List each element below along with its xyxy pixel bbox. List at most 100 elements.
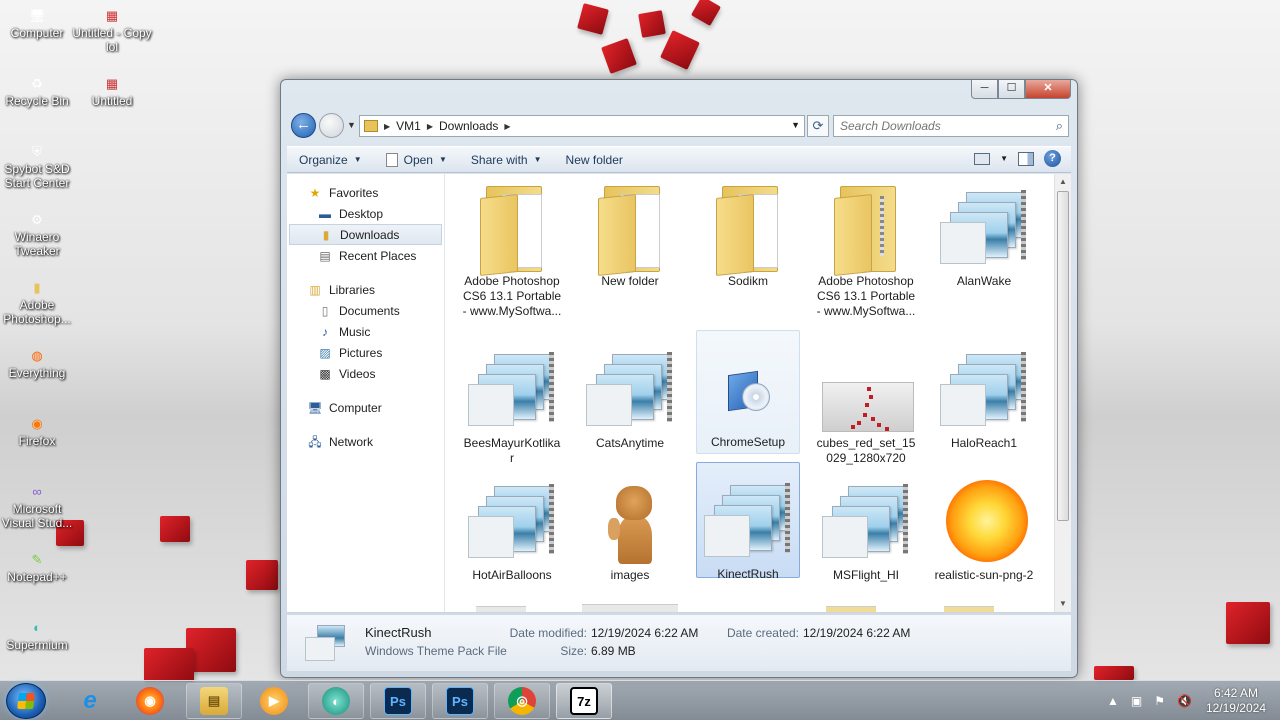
nav-label: Pictures xyxy=(339,345,383,360)
file-item[interactable]: Adobe Photoshop CS6 13.1 Portable - www.… xyxy=(814,178,918,318)
nav-pictures[interactable]: ▨ Pictures xyxy=(287,342,444,363)
desktop-icon-notepad-plus[interactable]: ✎ Notepad++ xyxy=(0,552,77,584)
taskbar-media-player[interactable]: ▶ xyxy=(246,683,302,719)
nav-music[interactable]: ♪ Music xyxy=(287,321,444,342)
theme-pack-thumbnail xyxy=(818,476,914,566)
vertical-scrollbar[interactable]: ▲ ▼ xyxy=(1054,174,1071,612)
nav-network[interactable]: 🖧 Network xyxy=(287,431,444,452)
search-icon[interactable]: ⌕ xyxy=(1056,118,1063,134)
file-item[interactable]: New folder xyxy=(578,178,682,292)
nav-recent-places[interactable]: ▤ Recent Places xyxy=(287,245,444,266)
nav-downloads[interactable]: ▮ Downloads xyxy=(289,224,442,245)
taskbar-photoshop[interactable]: Ps xyxy=(432,683,488,719)
file-item[interactable]: realistic-sun-png-2 xyxy=(932,472,1036,586)
image-thumbnail xyxy=(936,476,1032,566)
nav-desktop[interactable]: ▬ Desktop xyxy=(287,203,444,224)
new-folder-button[interactable]: New folder xyxy=(554,153,635,167)
clock[interactable]: 6:42 AM 12/19/2024 xyxy=(1206,686,1266,716)
help-icon[interactable]: ? xyxy=(1044,150,1061,167)
chevron-down-icon: ▼ xyxy=(353,155,362,164)
size-value: 6.89 MB xyxy=(591,644,636,658)
file-item[interactable]: cubes_red_set_15029_1280x720 xyxy=(814,340,918,465)
file-item-partial[interactable] xyxy=(826,606,876,612)
file-label: Sodikm xyxy=(727,274,768,288)
desktop-icon-label: Untitled xyxy=(91,94,133,108)
scroll-down-icon[interactable]: ▼ xyxy=(1055,596,1071,612)
chevron-right-icon[interactable]: ▶ xyxy=(384,122,390,131)
taskbar-internet-explorer[interactable]: e xyxy=(62,683,118,719)
nav-label: Network xyxy=(329,434,374,449)
forward-button[interactable] xyxy=(319,113,344,138)
file-item[interactable]: images xyxy=(578,472,682,586)
nav-libraries[interactable]: ▥ Libraries xyxy=(287,279,444,300)
folder-thumbnail xyxy=(700,182,796,276)
taskbar-firefox[interactable]: ◉ xyxy=(122,683,178,719)
file-item[interactable]: MSFlight_HI xyxy=(814,472,918,586)
network-icon[interactable]: ▣ xyxy=(1131,694,1142,708)
nav-computer[interactable]: 🖥 Computer xyxy=(287,397,444,418)
desktop-icon-winaero[interactable]: ⚙ Winaero Tweaker xyxy=(0,212,77,258)
search-input[interactable] xyxy=(834,116,1034,136)
desktop-icon-adobe-photoshop[interactable]: ▮ Adobe Photoshop... xyxy=(0,280,77,326)
file-item[interactable]: Sodikm xyxy=(696,178,800,292)
desktop-icon-spybot[interactable]: ⛨ Spybot S&D Start Center xyxy=(0,144,77,190)
file-item-partial[interactable] xyxy=(476,606,526,612)
recent-pages-dropdown[interactable]: ▼ xyxy=(347,120,356,130)
nav-videos[interactable]: ▩ Videos xyxy=(287,363,444,384)
taskbar-photoshop-portable[interactable]: Ps xyxy=(370,683,426,719)
preview-pane-icon[interactable] xyxy=(1018,151,1034,166)
desktop-icon-visual-studio[interactable]: ∞ Microsoft Visual Stud... xyxy=(0,484,77,530)
breadcrumb-downloads[interactable]: Downloads xyxy=(439,119,498,133)
share-with-button[interactable]: Share with ▼ xyxy=(459,153,554,167)
file-icon xyxy=(385,152,398,167)
file-item[interactable]: Adobe Photoshop CS6 13.1 Portable - www.… xyxy=(460,178,564,318)
chevron-down-icon[interactable]: ▼ xyxy=(1000,154,1008,163)
file-item-partial[interactable] xyxy=(582,604,678,612)
action-center-flag-icon[interactable]: ⚑ xyxy=(1154,694,1165,708)
back-button[interactable]: ← xyxy=(291,113,316,138)
chevron-down-icon[interactable]: ▼ xyxy=(791,120,800,130)
nav-label: Libraries xyxy=(329,282,376,297)
nav-favorites[interactable]: ★ Favorites xyxy=(287,182,444,203)
desktop-icon-untitled[interactable]: ▦ Untitled xyxy=(72,76,152,108)
chevron-right-icon[interactable]: ▶ xyxy=(427,122,433,131)
file-item-partial[interactable] xyxy=(944,606,994,612)
start-button[interactable] xyxy=(6,683,46,719)
maximize-button[interactable]: ☐ xyxy=(998,80,1025,99)
desktop-icon-firefox[interactable]: ◉ Firefox xyxy=(0,416,77,448)
file-item[interactable]: ChromeSetup xyxy=(696,330,800,454)
open-button[interactable]: Open ▼ xyxy=(374,152,459,167)
file-item[interactable]: HotAirBalloons xyxy=(460,472,564,586)
scrollbar-thumb[interactable] xyxy=(1057,191,1069,521)
file-label: KinectRush xyxy=(717,567,779,581)
taskbar-chrome[interactable]: ◎ xyxy=(494,683,550,719)
organize-button[interactable]: Organize ▼ xyxy=(287,153,374,167)
scroll-up-icon[interactable]: ▲ xyxy=(1055,174,1071,190)
minimize-button[interactable]: ─ xyxy=(971,80,998,99)
chevron-right-icon[interactable]: ▶ xyxy=(504,122,510,131)
desktop-icon-everything[interactable]: ◍ Everything xyxy=(0,348,77,380)
desktop-icon-supermium[interactable]: ◐ Supermium xyxy=(0,620,77,652)
change-view-icon[interactable] xyxy=(974,152,991,165)
file-item[interactable]: HaloReach1 xyxy=(932,340,1036,454)
file-item[interactable]: CatsAnytime xyxy=(578,340,682,454)
taskbar-7zip[interactable]: 7z xyxy=(556,683,612,719)
taskbar-supermium[interactable]: ◐ xyxy=(308,683,364,719)
desktop-icon-computer[interactable]: 🖥 Computer xyxy=(0,8,77,40)
organize-label: Organize xyxy=(299,152,348,167)
refresh-button[interactable]: ⟳ xyxy=(807,115,829,137)
desktop-icon-untitled-copy[interactable]: ▦ Untitled - Copy lol xyxy=(72,8,152,54)
address-bar[interactable]: ▶ VM1 ▶ Downloads ▶ ▼ xyxy=(359,115,805,137)
nav-documents[interactable]: ▯ Documents xyxy=(287,300,444,321)
show-hidden-icons-icon[interactable]: ▲ xyxy=(1107,694,1119,708)
file-item-selected[interactable]: KinectRush xyxy=(696,462,800,581)
close-button[interactable]: ✕ xyxy=(1025,80,1071,99)
taskbar-file-explorer[interactable]: ▤ xyxy=(186,683,242,719)
file-item[interactable]: AlanWake xyxy=(932,178,1036,292)
desktop-icon-recycle-bin[interactable]: ♻ Recycle Bin xyxy=(0,76,77,108)
breadcrumb-vm1[interactable]: VM1 xyxy=(396,119,421,133)
file-item[interactable]: BeesMayurKotlikar xyxy=(460,340,564,465)
pictures-icon: ▨ xyxy=(319,345,331,360)
image-thumbnail xyxy=(582,476,678,566)
volume-muted-icon[interactable]: 🔇 xyxy=(1177,694,1192,708)
